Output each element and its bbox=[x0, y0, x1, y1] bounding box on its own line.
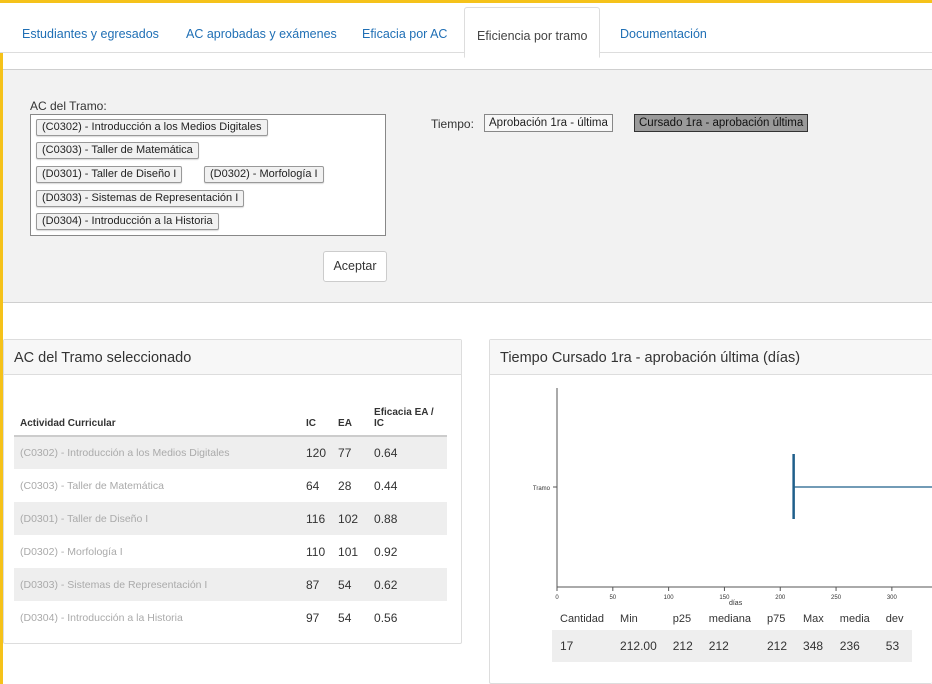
stats-value: 212.00 bbox=[612, 630, 665, 662]
x-tick-label: 100 bbox=[664, 595, 675, 601]
tab-eficiencia[interactable]: Eficiencia por tramo bbox=[464, 7, 601, 58]
stats-value: 212 bbox=[700, 630, 759, 662]
stats-header: p25 bbox=[672, 613, 692, 625]
stats-value: 348 bbox=[795, 630, 832, 662]
ac-chip[interactable]: (D0302) - Morfología I bbox=[204, 166, 324, 183]
stats-header: mediana bbox=[708, 613, 751, 625]
cell-ic: 120 bbox=[300, 436, 333, 469]
stats-value: 17 bbox=[552, 630, 613, 662]
table-row[interactable]: (C0302) - Introducción a los Medios Digi… bbox=[14, 436, 447, 469]
x-tick-label: 300 bbox=[887, 595, 898, 601]
col-header[interactable]: Eficacia EA / IC bbox=[368, 396, 447, 437]
table-row[interactable]: (D0302) - Morfología I 110 101 0.92 bbox=[14, 535, 447, 568]
ac-chip[interactable]: (C0302) - Introducción a los Medios Digi… bbox=[36, 119, 268, 136]
stats-header: p75 bbox=[766, 613, 786, 625]
ac-chip[interactable]: (C0303) - Taller de Matemática bbox=[36, 142, 199, 159]
cell-ac: (C0303) - Taller de Matemática bbox=[20, 479, 164, 492]
ac-table-title: AC del Tramo seleccionado bbox=[4, 340, 461, 375]
cell-ic: 110 bbox=[306, 544, 326, 559]
cell-ea: 101 bbox=[338, 544, 359, 559]
time-chart-title: Tiempo Cursado 1ra - aprobación última (… bbox=[490, 340, 932, 375]
stats-value: 53 bbox=[877, 630, 912, 662]
tab-eficacia[interactable]: Eficacia por AC bbox=[350, 3, 459, 53]
cell-ac: (D0301) - Taller de Diseño I bbox=[14, 502, 300, 535]
x-tick-label: 50 bbox=[609, 595, 616, 601]
cell-eficacia: 0.44 bbox=[374, 478, 398, 493]
tab-bar: Estudiantes y egresados AC aprobadas y e… bbox=[0, 3, 932, 58]
x-tick-label: 200 bbox=[775, 595, 786, 601]
x-axis-label: días bbox=[729, 600, 743, 606]
ac-chip[interactable]: (D0304) - Introducción a la Historia bbox=[36, 213, 219, 230]
x-tick-label: 0 bbox=[555, 595, 559, 601]
ac-table: Actividad Curricular IC EA Eficacia EA /… bbox=[14, 396, 447, 634]
cell-ac: (D0303) - Sistemas de Representación I bbox=[14, 568, 300, 601]
cell-ac: (D0304) - Introducción a la Historia bbox=[20, 611, 183, 624]
cell-eficacia: 0.62 bbox=[368, 568, 447, 601]
tab-ac-aprobadas[interactable]: AC aprobadas y exámenes bbox=[174, 3, 349, 53]
ac-chip[interactable]: (D0301) - Taller de Diseño I bbox=[36, 166, 183, 183]
ac-select-label: AC del Tramo: bbox=[30, 99, 107, 113]
table-row[interactable]: (D0301) - Taller de Diseño I 116 102 0.8… bbox=[14, 502, 447, 535]
cell-ic: 87 bbox=[300, 568, 333, 601]
stats-value: 212 bbox=[758, 630, 796, 662]
stats-header: Min bbox=[620, 613, 638, 625]
col-header[interactable]: Actividad Curricular bbox=[14, 396, 300, 437]
y-tick-label: Tramo bbox=[533, 486, 551, 492]
cell-ic: 97 bbox=[306, 610, 320, 625]
filter-panel: AC del Tramo: (C0302) - Introducción a l… bbox=[3, 69, 932, 303]
cell-ic: 64 bbox=[306, 478, 320, 493]
ac-table-card: AC del Tramo seleccionado Actividad Curr… bbox=[3, 339, 462, 644]
table-row[interactable]: (C0303) - Taller de Matemática 64 28 0.4… bbox=[14, 469, 447, 502]
accept-button[interactable]: Aceptar bbox=[323, 251, 387, 282]
cell-ac: (C0302) - Introducción a los Medios Digi… bbox=[14, 436, 300, 469]
stats-value: 212 bbox=[664, 630, 701, 662]
ac-chip[interactable]: (D0303) - Sistemas de Representación I bbox=[36, 190, 245, 207]
time-chart: Tramo0 50 100 150 200 250 300días bbox=[533, 388, 932, 606]
stats-value: 236 bbox=[831, 630, 878, 662]
cell-ic: 116 bbox=[300, 502, 333, 535]
col-header[interactable]: IC bbox=[300, 396, 333, 437]
time-option-cursado[interactable]: Cursado 1ra - aprobación última bbox=[634, 114, 809, 132]
ac-multiselect[interactable]: (C0302) - Introducción a los Medios Digi… bbox=[30, 114, 386, 236]
cell-ea: 77 bbox=[332, 436, 369, 469]
time-chart-card: Tiempo Cursado 1ra - aprobación última (… bbox=[489, 339, 932, 684]
time-option-aprobacion[interactable]: Aprobación 1ra - última bbox=[484, 114, 613, 132]
cell-ea: 28 bbox=[338, 478, 352, 493]
cell-ac: (D0302) - Morfología I bbox=[20, 545, 123, 558]
stats-row: 17 212.00 212 212 212 348 236 53 bbox=[552, 630, 912, 662]
tab-documentacion[interactable]: Documentación bbox=[608, 3, 719, 53]
stats-table: Cantidad Min p25 mediana p75 Max media dev 17 21… bbox=[552, 608, 912, 662]
cell-ea: 102 bbox=[332, 502, 369, 535]
stats-header: dev bbox=[885, 613, 904, 625]
x-tick-label: 250 bbox=[831, 595, 842, 601]
table-row[interactable]: (D0304) - Introducción a la Historia 97 … bbox=[14, 601, 447, 634]
cell-eficacia: 0.56 bbox=[374, 610, 398, 625]
table-row[interactable]: (D0303) - Sistemas de Representación I 8… bbox=[14, 568, 447, 601]
cell-ea: 54 bbox=[338, 610, 352, 625]
cell-eficacia: 0.64 bbox=[368, 436, 447, 469]
col-header[interactable]: EA bbox=[332, 396, 369, 437]
stats-header: Cantidad bbox=[560, 613, 605, 625]
cell-ea: 54 bbox=[332, 568, 369, 601]
cell-eficacia: 0.88 bbox=[368, 502, 447, 535]
stats-header: Max bbox=[803, 613, 824, 625]
tab-estudiantes[interactable]: Estudiantes y egresados bbox=[10, 3, 171, 53]
cell-eficacia: 0.92 bbox=[374, 544, 398, 559]
stats-header: media bbox=[839, 613, 870, 625]
time-label: Tiempo: bbox=[431, 117, 474, 131]
